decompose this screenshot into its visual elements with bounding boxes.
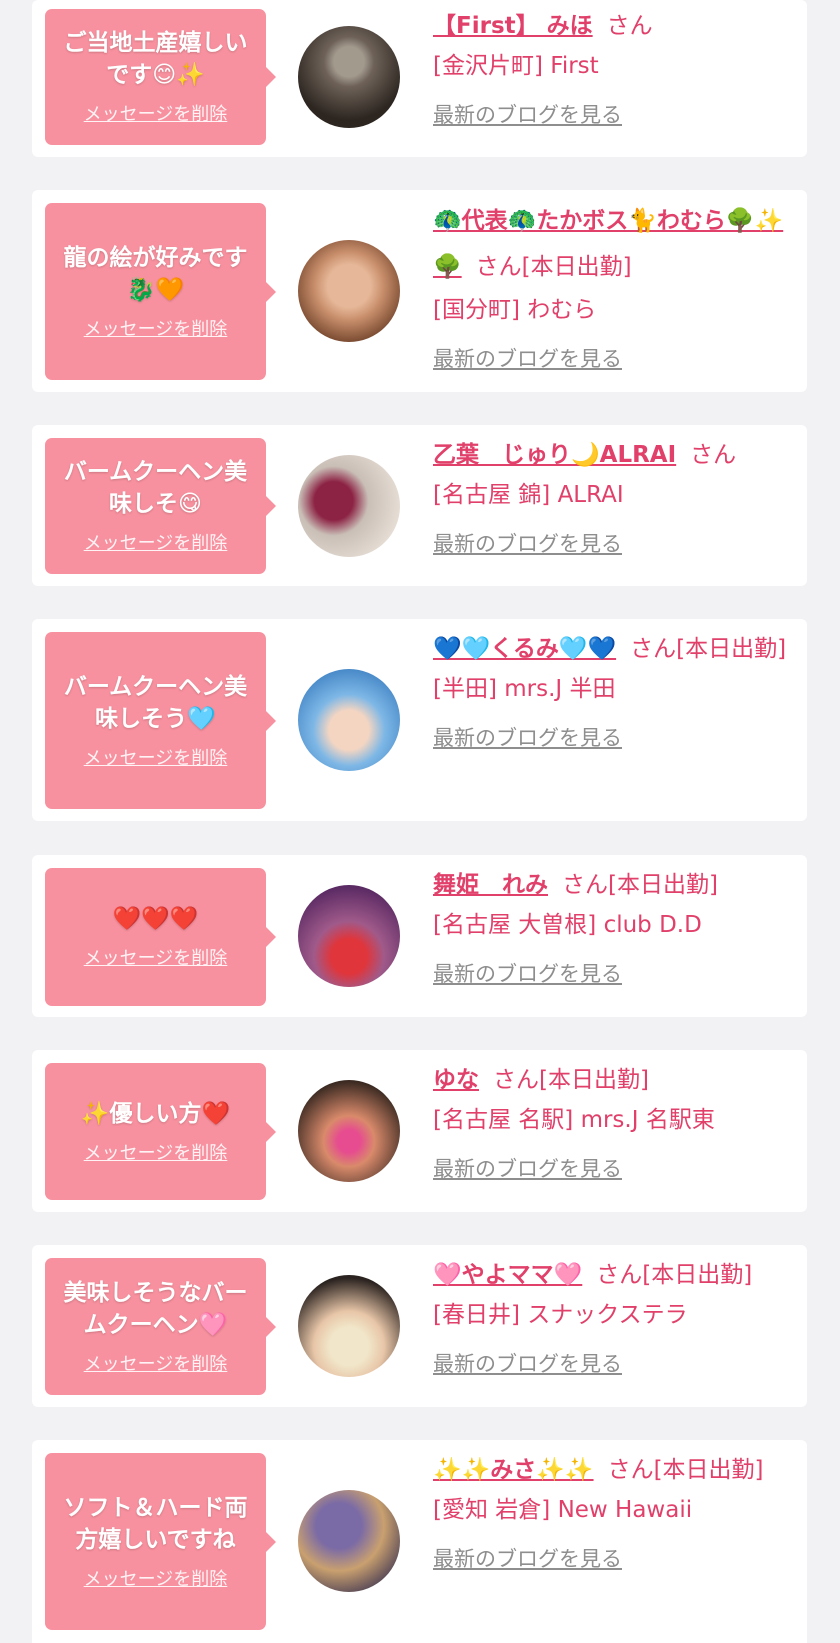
message-bubble: 美味しそうなバームクーヘン🩷 メッセージを削除 [45, 1258, 276, 1395]
shop-location: [金沢片町] First [433, 53, 599, 79]
message-card: バームクーヘン美味しそ😋 メッセージを削除 乙葉 じゅり🌙ALRAI さん [名古… [32, 425, 807, 586]
shop-location: [国分町] わむら [433, 297, 597, 323]
cast-name-link[interactable]: ✨✨みさ✨✨ [433, 1457, 594, 1483]
name-suffix: さん[本日出勤] [596, 1262, 753, 1288]
avatar[interactable] [298, 885, 400, 987]
message-card: ソフト＆ハード両方嬉しいですね メッセージを削除 ✨✨みさ✨✨ さん[本日出勤] … [32, 1440, 807, 1643]
cast-name-link[interactable]: 💙🩵くるみ🩵💙 [433, 636, 616, 662]
delete-message-link[interactable]: メッセージを削除 [84, 947, 228, 971]
message-text: バームクーヘン美味しそ😋 [63, 459, 248, 517]
shop-location: [名古屋 大曽根] club D.D [433, 912, 702, 938]
delete-message-link[interactable]: メッセージを削除 [84, 747, 228, 771]
avatar[interactable] [298, 1490, 400, 1592]
shop-location: [愛知 岩倉] New Hawaii [433, 1497, 693, 1523]
message-text: バームクーヘン美味しそう🩵 [63, 673, 248, 732]
message-text: ❤️❤️❤️ [112, 906, 199, 932]
avatar[interactable] [298, 1275, 400, 1377]
delete-message-link[interactable]: メッセージを削除 [84, 1353, 228, 1377]
message-text: ご当地土産嬉しいです😊✨ [63, 30, 248, 88]
cast-name-link[interactable]: 🩷やよママ🩷 [433, 1262, 582, 1288]
cast-name-link[interactable]: 【First】 みほ [433, 13, 593, 39]
latest-blog-link[interactable]: 最新のブログを見る [433, 1544, 622, 1574]
message-text: 龍の絵が好みです🐉🧡 [63, 244, 248, 303]
message-bubble: ❤️❤️❤️ メッセージを削除 [45, 868, 276, 1006]
latest-blog-link[interactable]: 最新のブログを見る [433, 723, 622, 753]
message-bubble: ご当地土産嬉しいです😊✨ メッセージを削除 [45, 9, 276, 145]
message-bubble: 龍の絵が好みです🐉🧡 メッセージを削除 [45, 203, 276, 380]
latest-blog-link[interactable]: 最新のブログを見る [433, 100, 622, 130]
message-card: ✨優しい方❤️ メッセージを削除 ゆな さん[本日出勤] [名古屋 名駅] mrs… [32, 1050, 807, 1212]
delete-message-link[interactable]: メッセージを削除 [84, 1142, 228, 1166]
latest-blog-link[interactable]: 最新のブログを見る [433, 959, 622, 989]
name-suffix: さん[本日出勤] [493, 1067, 649, 1093]
avatar[interactable] [298, 240, 400, 342]
message-text: 美味しそうなバームクーヘン🩷 [63, 1279, 248, 1338]
cast-name-link[interactable]: 舞姫 れみ [433, 872, 548, 898]
delete-message-link[interactable]: メッセージを削除 [84, 1568, 228, 1592]
name-suffix: さん [690, 442, 737, 468]
message-card: 美味しそうなバームクーヘン🩷 メッセージを削除 🩷やよママ🩷 さん[本日出勤] [… [32, 1245, 807, 1407]
name-suffix: さん[本日出勤] [562, 872, 718, 898]
message-text: ソフト＆ハード両方嬉しいですね [63, 1494, 248, 1553]
name-suffix: さん[本日出勤] [607, 1457, 764, 1483]
avatar[interactable] [298, 669, 400, 771]
shop-location: [半田] mrs.J 半田 [433, 676, 616, 702]
message-text: ✨優しい方❤️ [80, 1100, 231, 1127]
avatar[interactable] [298, 455, 400, 557]
delete-message-link[interactable]: メッセージを削除 [84, 532, 228, 556]
avatar[interactable] [298, 1080, 400, 1182]
latest-blog-link[interactable]: 最新のブログを見る [433, 529, 622, 559]
message-card: バームクーヘン美味しそう🩵 メッセージを削除 💙🩵くるみ🩵💙 さん[本日出勤] [… [32, 619, 807, 821]
delete-message-link[interactable]: メッセージを削除 [84, 318, 228, 342]
name-suffix: さん[本日出勤] [475, 254, 632, 280]
message-bubble: バームクーヘン美味しそう🩵 メッセージを削除 [45, 632, 276, 809]
delete-message-link[interactable]: メッセージを削除 [84, 103, 228, 127]
latest-blog-link[interactable]: 最新のブログを見る [433, 344, 622, 374]
latest-blog-link[interactable]: 最新のブログを見る [433, 1154, 622, 1184]
message-card: ❤️❤️❤️ メッセージを削除 舞姫 れみ さん[本日出勤] [名古屋 大曽根] … [32, 855, 807, 1017]
cast-name-link[interactable]: 乙葉 じゅり🌙ALRAI [433, 442, 676, 468]
cast-name-link[interactable]: ゆな [433, 1067, 479, 1093]
name-suffix: さん[本日出勤] [630, 636, 787, 662]
name-suffix: さん [606, 13, 653, 39]
shop-location: [春日井] スナックステラ [433, 1302, 688, 1328]
latest-blog-link[interactable]: 最新のブログを見る [433, 1349, 622, 1379]
message-bubble: ✨優しい方❤️ メッセージを削除 [45, 1063, 276, 1200]
shop-location: [名古屋 錦] ALRAI [433, 482, 624, 508]
message-bubble: バームクーヘン美味しそ😋 メッセージを削除 [45, 438, 276, 574]
message-card: 龍の絵が好みです🐉🧡 メッセージを削除 🦚代表🦚たかボス🐈わむら🌳✨🌳 さん[本日… [32, 190, 807, 392]
message-bubble: ソフト＆ハード両方嬉しいですね メッセージを削除 [45, 1453, 276, 1630]
message-card: ご当地土産嬉しいです😊✨ メッセージを削除 【First】 みほ さん [金沢片町… [32, 0, 807, 157]
avatar[interactable] [298, 26, 400, 128]
shop-location: [名古屋 名駅] mrs.J 名駅東 [433, 1107, 715, 1133]
